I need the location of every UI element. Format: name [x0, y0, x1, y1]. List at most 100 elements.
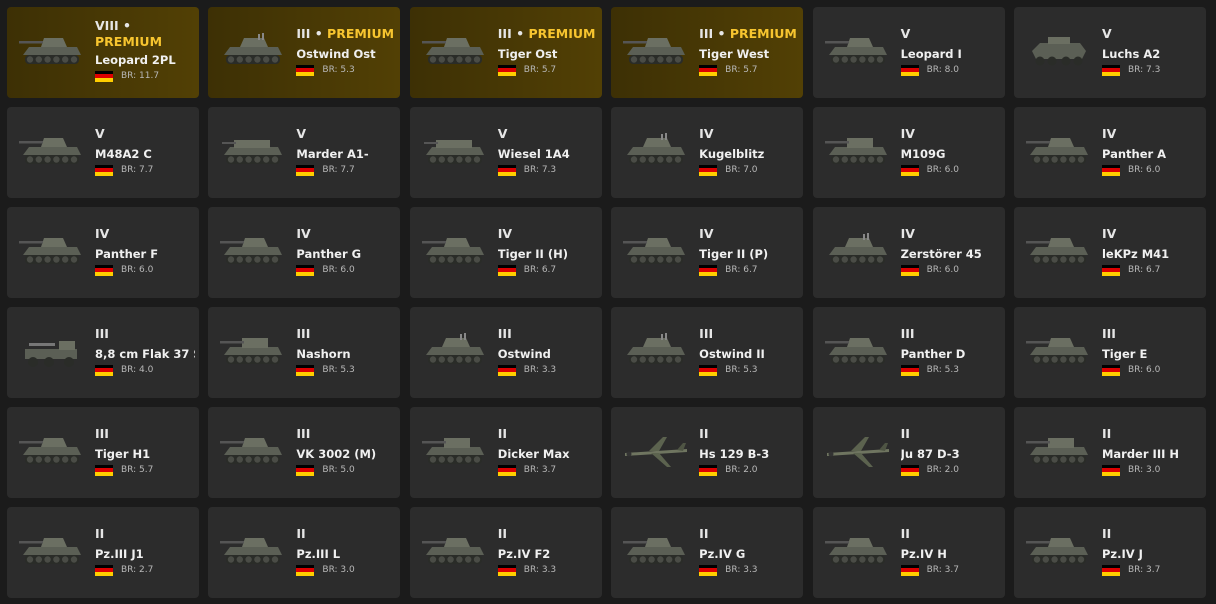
- vehicle-card[interactable]: IV Tiger II (H) BR: 6.7: [409, 207, 602, 298]
- vehicle-icon: [1025, 131, 1092, 171]
- battle-rating: BR: 5.3: [725, 365, 758, 375]
- vehicle-rank: V: [95, 126, 195, 142]
- germany-flag-icon: [900, 164, 919, 176]
- vehicle-icon: [623, 331, 689, 371]
- br-row: BR: 7.7: [95, 164, 195, 176]
- vehicle-rank: III: [95, 326, 195, 342]
- vehicle-card[interactable]: IV Panther F BR: 6.0: [7, 207, 199, 298]
- br-row: BR: 6.7: [497, 264, 598, 276]
- vehicle-card[interactable]: IV Tiger II (P) BR: 6.7: [611, 207, 804, 298]
- germany-flag-icon: [497, 164, 516, 176]
- vehicle-card[interactable]: III Nashorn BR: 5.3: [208, 307, 401, 398]
- vehicle-card[interactable]: III 8,8 cm Flak 37 Sfl. BR: 4.0: [7, 307, 199, 398]
- vehicle-card[interactable]: IV Zerstörer 45 BR: 6.0: [812, 207, 1005, 298]
- rank-value: II: [1101, 526, 1112, 541]
- vehicle-name: Tiger II (P): [699, 247, 769, 261]
- vehicle-rank: IV: [498, 226, 598, 242]
- br-row: BR: 3.7: [900, 564, 1001, 576]
- battle-rating: BR: 5.3: [926, 365, 959, 375]
- vehicle-card[interactable]: III • PREMIUM Tiger Ost BR: 5.7: [409, 7, 602, 98]
- br-row: BR: 6.7: [699, 264, 799, 276]
- vehicle-name: Panther D: [900, 347, 966, 361]
- battle-rating: BR: 6.0: [926, 165, 959, 175]
- br-row: BR: 6.0: [296, 264, 396, 276]
- vehicle-rank: III: [296, 326, 396, 342]
- vehicle-rank: III • PREMIUM: [296, 26, 396, 42]
- germany-flag-icon: [296, 264, 315, 276]
- battle-rating: BR: 5.7: [121, 465, 154, 475]
- germany-flag-icon: [497, 64, 516, 76]
- vehicle-card[interactable]: II Marder III H BR: 3.0: [1013, 407, 1206, 498]
- vehicle-card[interactable]: III • PREMIUM Tiger West BR: 5.7: [611, 7, 804, 98]
- vehicle-rank: III: [1102, 326, 1202, 342]
- vehicle-card[interactable]: III Ostwind BR: 3.3: [409, 307, 602, 398]
- vehicle-card[interactable]: IV Panther A BR: 6.0: [1013, 107, 1206, 198]
- vehicle-card[interactable]: IV M109G BR: 6.0: [812, 107, 1005, 198]
- vehicle-card[interactable]: II Pz.IV G BR: 3.3: [611, 507, 804, 598]
- vehicle-card[interactable]: V Wiesel 1A4 BR: 7.3: [409, 107, 602, 198]
- vehicle-card[interactable]: II Pz.III L BR: 3.0: [208, 507, 401, 598]
- vehicle-card[interactable]: III Panther D BR: 5.3: [812, 307, 1005, 398]
- br-row: BR: 3.3: [699, 564, 799, 576]
- germany-flag-icon: [95, 70, 113, 82]
- vehicle-card[interactable]: II Ju 87 D-3 BR: 2.0: [812, 407, 1005, 498]
- vehicle-card[interactable]: III Tiger H1 BR: 5.7: [7, 407, 199, 498]
- vehicle-rank: II: [95, 526, 195, 542]
- rank-value: IV: [1101, 226, 1117, 241]
- vehicle-card[interactable]: III Ostwind II BR: 5.3: [611, 307, 804, 398]
- vehicle-card[interactable]: II Dicker Max BR: 3.7: [409, 407, 602, 498]
- rank-value: II: [1101, 426, 1112, 441]
- rank-value: II: [497, 426, 508, 441]
- vehicle-rank: II: [498, 426, 598, 442]
- vehicle-card[interactable]: V Luchs A2 BR: 7.3: [1013, 7, 1206, 98]
- vehicle-name: Pz.III J1: [95, 547, 144, 561]
- vehicle-icon: [824, 331, 891, 371]
- vehicle-card[interactable]: V Marder A1- BR: 7.7: [208, 107, 401, 198]
- rank-value: IV: [497, 226, 513, 241]
- vehicle-card[interactable]: IV Kugelblitz BR: 7.0: [611, 107, 804, 198]
- vehicle-card[interactable]: II Pz.IV H BR: 3.7: [812, 507, 1005, 598]
- vehicle-name: Hs 129 B-3: [699, 447, 770, 461]
- battle-rating: BR: 7.7: [121, 165, 154, 175]
- battle-rating: BR: 6.0: [121, 265, 154, 275]
- germany-flag-icon: [296, 364, 315, 376]
- br-row: BR: 8.0: [900, 64, 1001, 76]
- vehicle-name: Panther F: [95, 247, 159, 261]
- vehicle-name: Wiesel 1A4: [497, 147, 570, 161]
- battle-rating: BR: 3.7: [1127, 565, 1161, 575]
- vehicle-card[interactable]: III Tiger E BR: 6.0: [1013, 307, 1206, 398]
- br-row: BR: 5.0: [296, 464, 396, 476]
- germany-flag-icon: [900, 264, 919, 276]
- vehicle-card[interactable]: II Pz.IV J BR: 3.7: [1013, 507, 1206, 598]
- vehicle-card[interactable]: II Hs 129 B-3 BR: 2.0: [611, 407, 804, 498]
- vehicle-card[interactable]: II Pz.III J1 BR: 2.7: [7, 507, 199, 598]
- rank-value: III: [1101, 326, 1116, 341]
- rank-value: III: [95, 426, 109, 441]
- germany-flag-icon: [1101, 364, 1120, 376]
- vehicle-card[interactable]: VIII • PREMIUM Leopard 2PL BR: 11.7: [7, 7, 199, 98]
- vehicle-card[interactable]: V M48A2 C BR: 7.7: [7, 107, 199, 198]
- germany-flag-icon: [900, 364, 919, 376]
- vehicle-name: Leopard 2PL: [95, 53, 176, 67]
- rank-value: IV: [699, 226, 714, 241]
- vehicle-name: Marder A1-: [296, 147, 369, 161]
- vehicle-card[interactable]: III • PREMIUM Ostwind Ost BR: 5.3: [208, 7, 401, 98]
- vehicle-card[interactable]: III VK 3002 (M) BR: 5.0: [208, 407, 401, 498]
- rank-value: II: [699, 526, 709, 541]
- vehicle-name: Luchs A2: [1101, 47, 1161, 61]
- vehicle-card[interactable]: V Leopard I BR: 8.0: [812, 7, 1005, 98]
- vehicle-name: Zerstörer 45: [900, 247, 982, 261]
- battle-rating: BR: 2.0: [926, 465, 959, 475]
- battle-rating: BR: 2.0: [725, 465, 758, 475]
- vehicle-card[interactable]: IV Panther G BR: 6.0: [208, 207, 401, 298]
- premium-label: PREMIUM: [95, 34, 163, 49]
- vehicle-card[interactable]: IV leKPz M41 BR: 6.7: [1013, 207, 1206, 298]
- rank-value: II: [900, 426, 910, 441]
- battle-rating: BR: 6.0: [1127, 165, 1161, 175]
- battle-rating: BR: 3.3: [725, 565, 758, 575]
- vehicle-icon: [623, 531, 689, 571]
- vehicle-name: Nashorn: [296, 347, 351, 361]
- germany-flag-icon: [296, 64, 315, 76]
- germany-flag-icon: [95, 364, 113, 376]
- vehicle-card[interactable]: II Pz.IV F2 BR: 3.3: [409, 507, 602, 598]
